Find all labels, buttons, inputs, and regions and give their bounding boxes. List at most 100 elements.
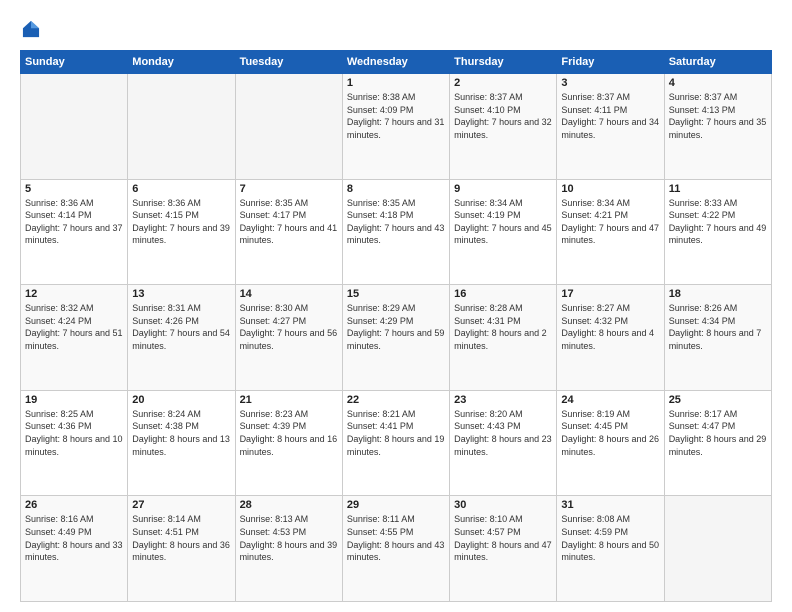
sunset-text: Sunset: 4:29 PM: [347, 316, 414, 326]
daylight-text: Daylight: 8 hours and 36 minutes.: [132, 540, 230, 563]
calendar-cell: 6 Sunrise: 8:36 AM Sunset: 4:15 PM Dayli…: [128, 179, 235, 285]
day-number: 22: [347, 394, 445, 406]
sunrise-text: Sunrise: 8:37 AM: [454, 92, 523, 102]
calendar-cell: 2 Sunrise: 8:37 AM Sunset: 4:10 PM Dayli…: [450, 74, 557, 180]
sunrise-text: Sunrise: 8:36 AM: [25, 198, 94, 208]
daylight-text: Daylight: 8 hours and 39 minutes.: [240, 540, 338, 563]
day-number: 4: [669, 77, 767, 89]
sunset-text: Sunset: 4:24 PM: [25, 316, 92, 326]
daylight-text: Daylight: 7 hours and 34 minutes.: [561, 117, 659, 140]
day-info: Sunrise: 8:14 AM Sunset: 4:51 PM Dayligh…: [132, 513, 230, 563]
calendar-cell: 17 Sunrise: 8:27 AM Sunset: 4:32 PM Dayl…: [557, 285, 664, 391]
sunset-text: Sunset: 4:34 PM: [669, 316, 736, 326]
day-info: Sunrise: 8:20 AM Sunset: 4:43 PM Dayligh…: [454, 408, 552, 458]
daylight-text: Daylight: 7 hours and 59 minutes.: [347, 328, 445, 351]
sunset-text: Sunset: 4:43 PM: [454, 421, 521, 431]
day-info: Sunrise: 8:34 AM Sunset: 4:19 PM Dayligh…: [454, 197, 552, 247]
day-info: Sunrise: 8:34 AM Sunset: 4:21 PM Dayligh…: [561, 197, 659, 247]
daylight-text: Daylight: 7 hours and 37 minutes.: [25, 223, 123, 246]
calendar-cell: 10 Sunrise: 8:34 AM Sunset: 4:21 PM Dayl…: [557, 179, 664, 285]
calendar-cell: 27 Sunrise: 8:14 AM Sunset: 4:51 PM Dayl…: [128, 496, 235, 602]
sunrise-text: Sunrise: 8:08 AM: [561, 514, 630, 524]
day-info: Sunrise: 8:27 AM Sunset: 4:32 PM Dayligh…: [561, 302, 659, 352]
sunrise-text: Sunrise: 8:20 AM: [454, 409, 523, 419]
daylight-text: Daylight: 8 hours and 43 minutes.: [347, 540, 445, 563]
sunset-text: Sunset: 4:32 PM: [561, 316, 628, 326]
day-number: 12: [25, 288, 123, 300]
weekday-header: Sunday: [21, 51, 128, 74]
sunset-text: Sunset: 4:51 PM: [132, 527, 199, 537]
calendar-week-row: 19 Sunrise: 8:25 AM Sunset: 4:36 PM Dayl…: [21, 390, 772, 496]
calendar-week-row: 1 Sunrise: 8:38 AM Sunset: 4:09 PM Dayli…: [21, 74, 772, 180]
day-info: Sunrise: 8:29 AM Sunset: 4:29 PM Dayligh…: [347, 302, 445, 352]
sunset-text: Sunset: 4:41 PM: [347, 421, 414, 431]
sunrise-text: Sunrise: 8:34 AM: [561, 198, 630, 208]
day-number: 23: [454, 394, 552, 406]
sunset-text: Sunset: 4:47 PM: [669, 421, 736, 431]
calendar-cell: [21, 74, 128, 180]
sunrise-text: Sunrise: 8:14 AM: [132, 514, 201, 524]
sunrise-text: Sunrise: 8:35 AM: [240, 198, 309, 208]
day-number: 5: [25, 183, 123, 195]
sunset-text: Sunset: 4:36 PM: [25, 421, 92, 431]
sunset-text: Sunset: 4:49 PM: [25, 527, 92, 537]
sunrise-text: Sunrise: 8:27 AM: [561, 303, 630, 313]
day-number: 16: [454, 288, 552, 300]
daylight-text: Daylight: 7 hours and 56 minutes.: [240, 328, 338, 351]
sunrise-text: Sunrise: 8:26 AM: [669, 303, 738, 313]
day-number: 29: [347, 499, 445, 511]
sunrise-text: Sunrise: 8:25 AM: [25, 409, 94, 419]
logo: [20, 18, 46, 40]
sunrise-text: Sunrise: 8:21 AM: [347, 409, 416, 419]
day-info: Sunrise: 8:25 AM Sunset: 4:36 PM Dayligh…: [25, 408, 123, 458]
sunrise-text: Sunrise: 8:10 AM: [454, 514, 523, 524]
daylight-text: Daylight: 7 hours and 41 minutes.: [240, 223, 338, 246]
sunrise-text: Sunrise: 8:35 AM: [347, 198, 416, 208]
calendar-cell: 29 Sunrise: 8:11 AM Sunset: 4:55 PM Dayl…: [342, 496, 449, 602]
sunrise-text: Sunrise: 8:36 AM: [132, 198, 201, 208]
sunset-text: Sunset: 4:38 PM: [132, 421, 199, 431]
weekday-header: Wednesday: [342, 51, 449, 74]
sunrise-text: Sunrise: 8:23 AM: [240, 409, 309, 419]
calendar-week-row: 12 Sunrise: 8:32 AM Sunset: 4:24 PM Dayl…: [21, 285, 772, 391]
day-number: 6: [132, 183, 230, 195]
sunset-text: Sunset: 4:13 PM: [669, 105, 736, 115]
sunset-text: Sunset: 4:55 PM: [347, 527, 414, 537]
sunset-text: Sunset: 4:31 PM: [454, 316, 521, 326]
day-info: Sunrise: 8:31 AM Sunset: 4:26 PM Dayligh…: [132, 302, 230, 352]
calendar-cell: 3 Sunrise: 8:37 AM Sunset: 4:11 PM Dayli…: [557, 74, 664, 180]
daylight-text: Daylight: 8 hours and 23 minutes.: [454, 434, 552, 457]
sunrise-text: Sunrise: 8:37 AM: [669, 92, 738, 102]
calendar-cell: 4 Sunrise: 8:37 AM Sunset: 4:13 PM Dayli…: [664, 74, 771, 180]
day-number: 17: [561, 288, 659, 300]
day-number: 27: [132, 499, 230, 511]
weekday-header: Thursday: [450, 51, 557, 74]
weekday-header: Tuesday: [235, 51, 342, 74]
day-number: 7: [240, 183, 338, 195]
sunrise-text: Sunrise: 8:16 AM: [25, 514, 94, 524]
sunrise-text: Sunrise: 8:11 AM: [347, 514, 415, 524]
sunset-text: Sunset: 4:14 PM: [25, 210, 92, 220]
weekday-header: Monday: [128, 51, 235, 74]
daylight-text: Daylight: 7 hours and 45 minutes.: [454, 223, 552, 246]
sunrise-text: Sunrise: 8:24 AM: [132, 409, 201, 419]
day-number: 8: [347, 183, 445, 195]
sunset-text: Sunset: 4:09 PM: [347, 105, 414, 115]
day-info: Sunrise: 8:26 AM Sunset: 4:34 PM Dayligh…: [669, 302, 767, 352]
daylight-text: Daylight: 8 hours and 29 minutes.: [669, 434, 767, 457]
sunset-text: Sunset: 4:10 PM: [454, 105, 521, 115]
sunrise-text: Sunrise: 8:17 AM: [669, 409, 738, 419]
sunset-text: Sunset: 4:26 PM: [132, 316, 199, 326]
calendar-cell: 8 Sunrise: 8:35 AM Sunset: 4:18 PM Dayli…: [342, 179, 449, 285]
day-number: 30: [454, 499, 552, 511]
daylight-text: Daylight: 8 hours and 4 minutes.: [561, 328, 654, 351]
calendar-week-row: 5 Sunrise: 8:36 AM Sunset: 4:14 PM Dayli…: [21, 179, 772, 285]
day-info: Sunrise: 8:10 AM Sunset: 4:57 PM Dayligh…: [454, 513, 552, 563]
daylight-text: Daylight: 8 hours and 47 minutes.: [454, 540, 552, 563]
daylight-text: Daylight: 7 hours and 49 minutes.: [669, 223, 767, 246]
day-number: 9: [454, 183, 552, 195]
day-number: 24: [561, 394, 659, 406]
sunrise-text: Sunrise: 8:31 AM: [132, 303, 201, 313]
day-info: Sunrise: 8:28 AM Sunset: 4:31 PM Dayligh…: [454, 302, 552, 352]
sunset-text: Sunset: 4:17 PM: [240, 210, 307, 220]
